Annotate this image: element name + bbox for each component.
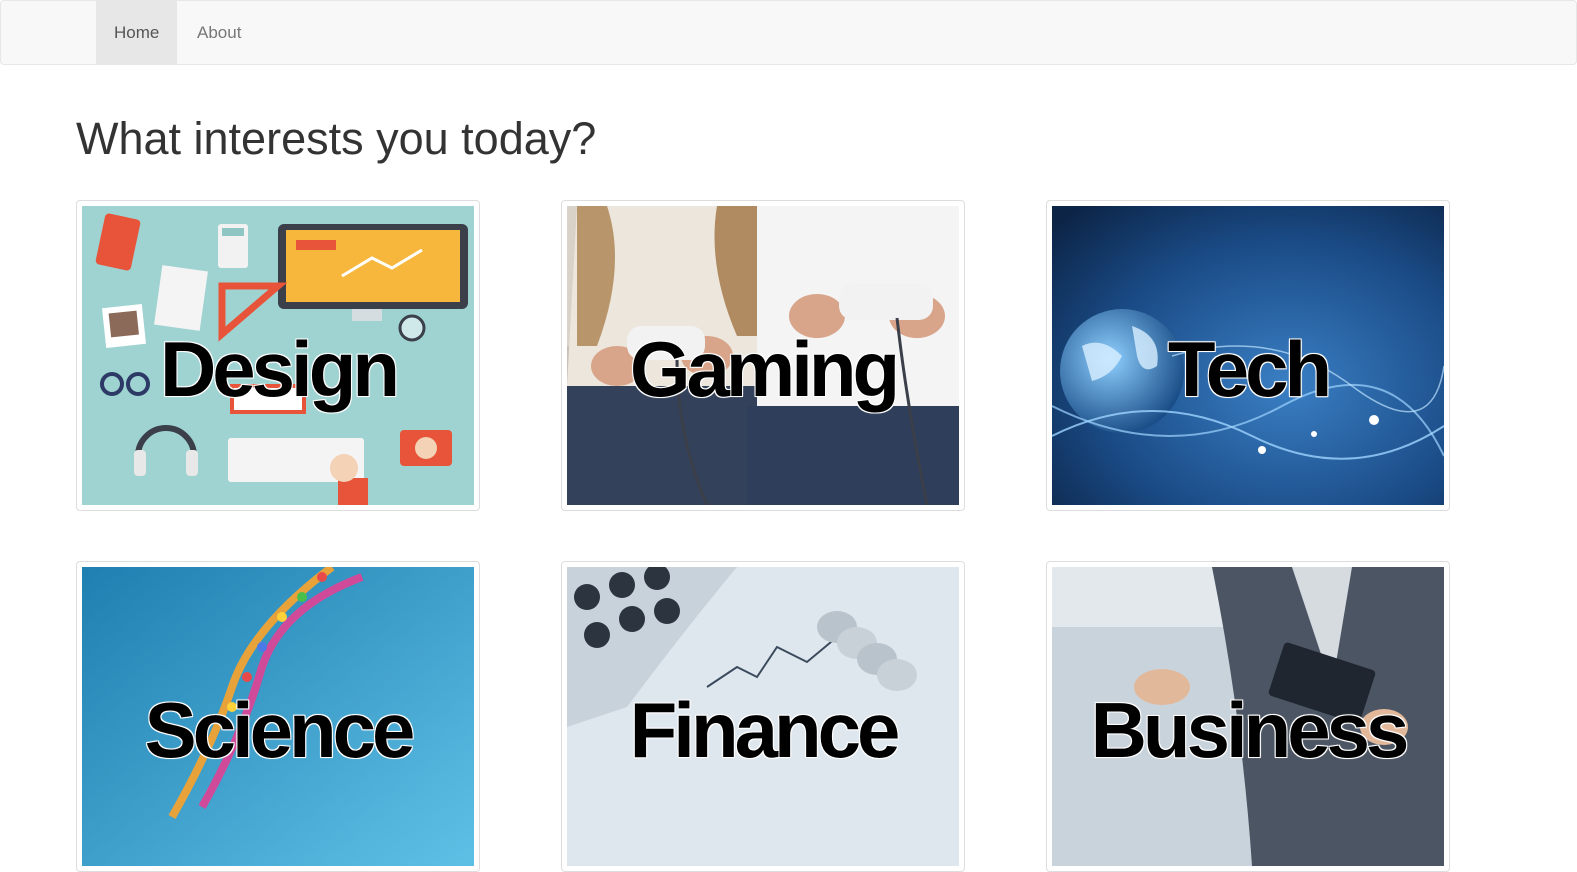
finance-image: Finance [567, 567, 959, 866]
category-card-tech[interactable]: Tech [1046, 200, 1450, 511]
nav-home-link[interactable]: Home [96, 1, 178, 64]
category-label-design: Design [159, 325, 400, 413]
top-navbar: Home About [0, 0, 1577, 65]
page-title: What interests you today? [76, 113, 597, 164]
science-image: Science [82, 567, 474, 866]
tech-image: Tech [1052, 206, 1444, 505]
category-label-gaming: Gaming [629, 325, 900, 413]
category-label-science: Science [144, 686, 416, 774]
category-card-finance[interactable]: Finance [561, 561, 965, 872]
business-image: Business [1052, 567, 1444, 866]
category-label-business: Business [1090, 686, 1410, 774]
gaming-image: Gaming [567, 206, 959, 505]
category-card-business[interactable]: Business [1046, 561, 1450, 872]
nav-about-link[interactable]: About [179, 1, 259, 64]
category-card-gaming[interactable]: Gaming [561, 200, 965, 511]
category-card-design[interactable]: Design [76, 200, 480, 511]
category-card-science[interactable]: Science [76, 561, 480, 872]
category-label-tech: Tech [1167, 325, 1332, 413]
design-image: Design [82, 206, 474, 505]
category-label-finance: Finance [629, 686, 901, 774]
